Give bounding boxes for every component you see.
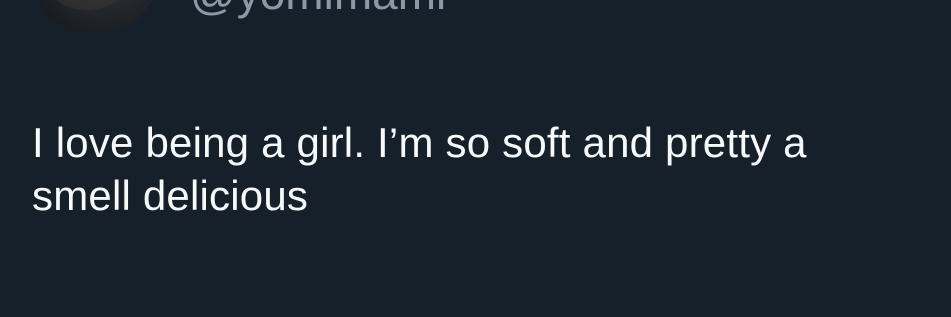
tweet-text-line: I love being a girl. I’m so soft and pre… [32,119,807,166]
avatar[interactable] [34,0,156,34]
tweet-text: I love being a girl. I’m so soft and pre… [32,116,951,222]
tweet-card: @yomimami I love being a girl. I’m so so… [0,0,951,317]
tweet-text-line: smell delicious [32,172,309,219]
user-handle[interactable]: @yomimami [190,0,446,16]
